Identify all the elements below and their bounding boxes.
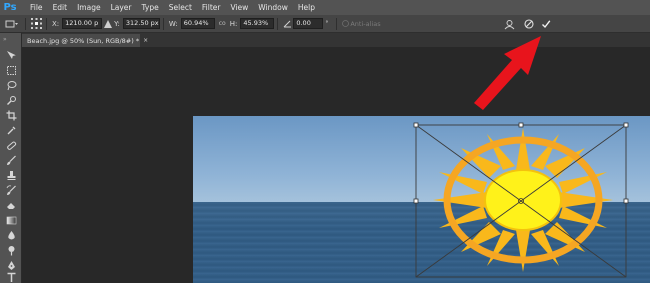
annotation-arrow-icon — [474, 36, 541, 110]
